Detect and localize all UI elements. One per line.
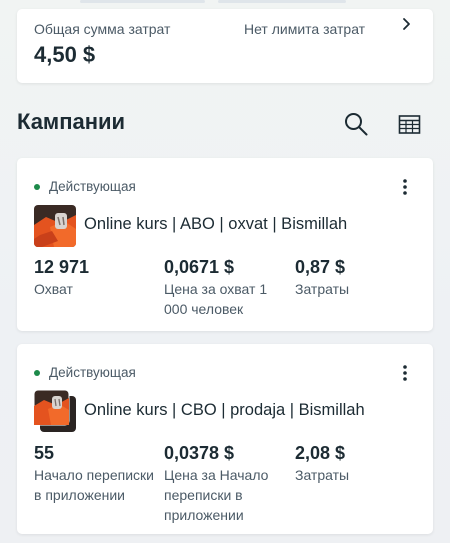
campaign-card[interactable]: Действующая Online kurs | ABO | oxvat | … [17,158,433,331]
metric-label: Цена за охват 1 000 человек [164,281,268,317]
metric-value: 55 [34,443,55,463]
total-spend-label: Общая сумма затрат [34,21,171,37]
search-icon[interactable] [344,112,368,136]
status-dot-icon [34,183,40,190]
spend-limit-label: Нет лимита затрат [244,21,366,37]
chevron-right-icon[interactable] [400,17,414,31]
metric-cost-per-reach: 0,0671 $ Цена за охват 1 000 человек [164,256,284,319]
more-vertical-icon[interactable] [403,179,407,195]
campaign-thumbnail [34,205,76,247]
campaign-name[interactable]: Online kurs | ABO | oxvat | Bismillah [84,215,347,234]
metric-spend: 2,08 $ Затраты [295,442,415,485]
more-vertical-icon[interactable] [403,365,407,381]
total-spend-value: 4,50 $ [34,42,96,67]
campaign-status: Действующая [34,365,136,380]
metric-label: Цена за Начало переписки в приложении [164,467,269,523]
campaign-name[interactable]: Online kurs | CBO | prodaja | Bismillah [84,401,365,420]
top-tab-indicator [218,0,346,3]
metric-label: Охват [34,281,73,297]
metric-spend: 0,87 $ Затраты [295,256,415,299]
metric-value: 0,0378 $ [164,443,235,463]
campaign-card[interactable]: Действующая Online kurs | CBO | prodaja … [17,344,433,534]
metric-value: 12 971 [34,257,90,277]
campaign-thumbnail-stack [34,390,76,432]
metric-reach: 12 971 Охват [34,256,154,299]
table-icon[interactable] [398,113,421,136]
top-tab-indicator [80,0,205,3]
metric-label: Затраты [295,281,350,297]
campaign-status-label: Действующая [49,179,136,194]
metric-value: 0,0671 $ [164,257,235,277]
spend-summary-card[interactable]: Общая сумма затрат 4,50 $ Нет лимита зат… [17,9,433,83]
metric-results: 55 Начало переписки в приложении [34,442,154,505]
metric-label: Затраты [295,467,350,483]
metric-cost-per-result: 0,0378 $ Цена за Начало переписки в прил… [164,442,284,525]
metric-value: 0,87 $ [295,257,346,277]
metric-value: 2,08 $ [295,443,346,463]
campaigns-title: Кампании [17,109,126,134]
campaign-status-label: Действующая [49,365,136,380]
campaign-status: Действующая [34,179,136,194]
metric-label: Начало переписки в приложении [34,467,154,503]
status-dot-icon [34,369,40,376]
